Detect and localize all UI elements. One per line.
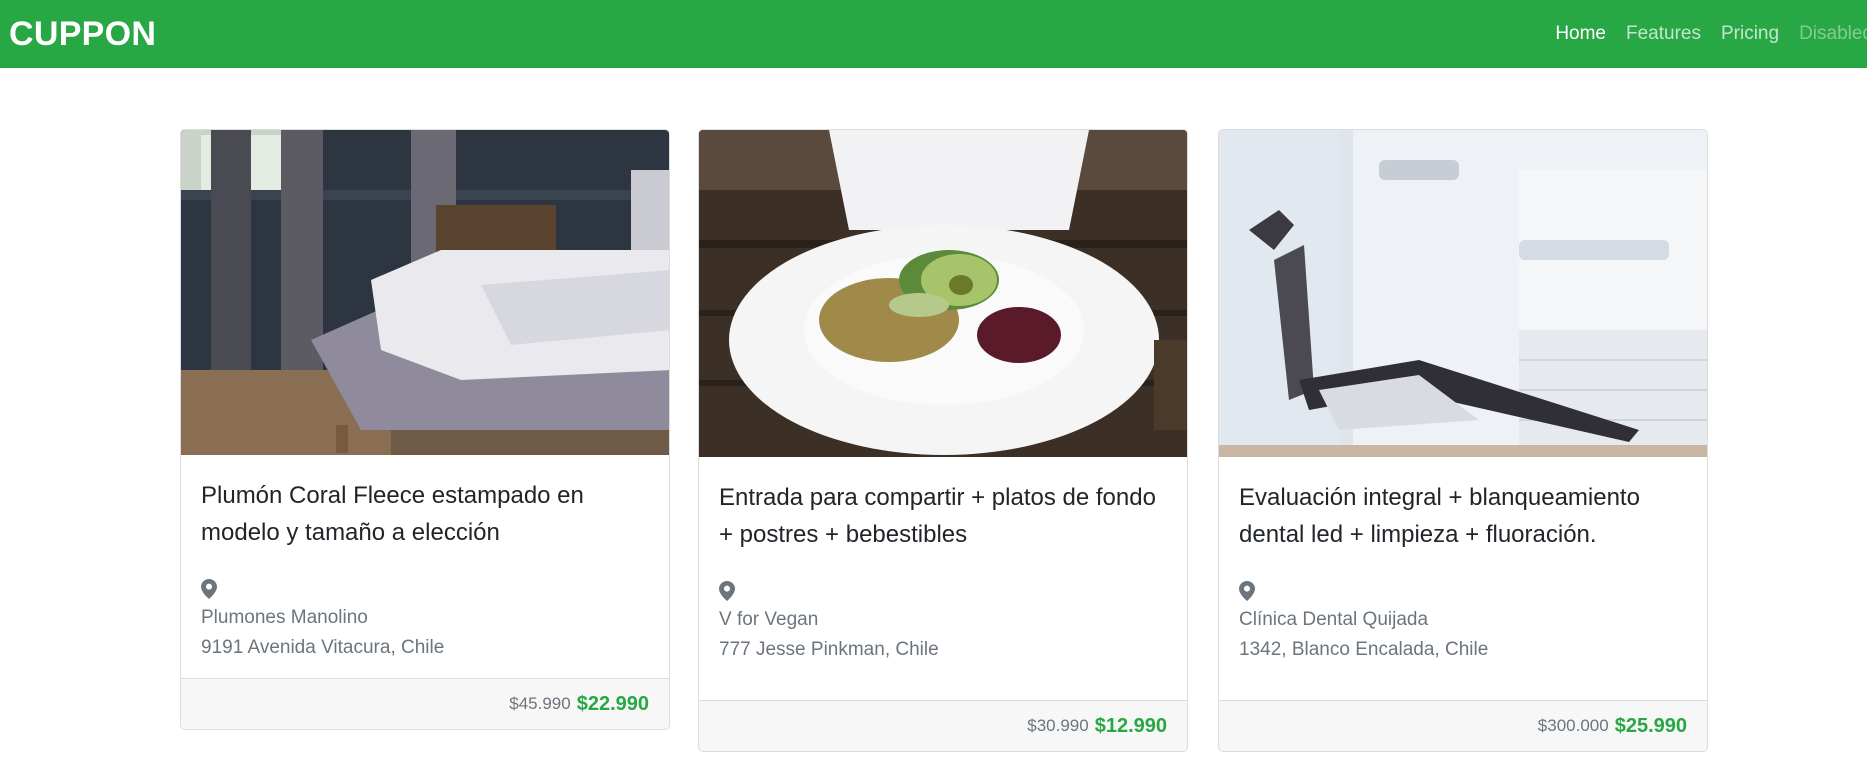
deal-image-dental[interactable] [1219,130,1707,457]
old-price: $45.990 [509,694,571,713]
brand-logo[interactable]: CUPPON [9,15,156,54]
deal-card[interactable]: Entrada para compartir + platos de fondo… [698,129,1188,752]
deal-address: 1342, Blanco Encalada, Chile [1239,639,1489,660]
bedroom-bed-photo [181,130,669,455]
map-pin-icon [1239,581,1255,601]
nav-link-features[interactable]: Features [1626,23,1701,45]
card-footer: $300.000 $25.990 [1219,700,1707,751]
deal-card[interactable]: Evaluación integral + blanqueamiento den… [1218,129,1708,752]
old-price: $300.000 [1537,716,1609,735]
nav-link-home[interactable]: Home [1555,23,1606,45]
deal-address: 9191 Avenida Vitacura, Chile [201,637,445,658]
deal-vendor: Clínica Dental Quijada [1239,609,1429,630]
deal-title[interactable]: Plumón Coral Fleece estampado en modelo … [201,477,649,551]
deal-title[interactable]: Evaluación integral + blanqueamiento den… [1239,479,1687,553]
new-price: $22.990 [576,692,649,715]
map-pin-icon [719,581,735,601]
nav-link-disabled: Disabled [1799,23,1867,44]
deal-card[interactable]: Plumón Coral Fleece estampado en modelo … [180,129,670,730]
deal-image-salad[interactable] [699,130,1187,457]
card-body: Evaluación integral + blanqueamiento den… [1219,457,1707,685]
card-footer: $30.990 $12.990 [699,700,1187,751]
new-price: $25.990 [1614,714,1687,737]
deal-title[interactable]: Entrada para compartir + platos de fondo… [719,479,1167,553]
salad-plate-photo [699,130,1187,457]
card-body: Entrada para compartir + platos de fondo… [699,457,1187,685]
card-footer: $45.990 $22.990 [181,678,669,729]
old-price: $30.990 [1027,716,1089,735]
deal-address: 777 Jesse Pinkman, Chile [719,639,939,660]
card-body: Plumón Coral Fleece estampado en modelo … [181,455,669,683]
deal-image-bedroom[interactable] [181,130,669,455]
deal-vendor: V for Vegan [719,609,819,630]
dental-chair-photo [1219,130,1707,457]
deal-vendor: Plumones Manolino [201,607,368,628]
nav-links: Home Features Pricing Disabled [1535,0,1867,68]
nav-link-pricing[interactable]: Pricing [1721,23,1779,45]
top-navbar: CUPPON Home Features Pricing Disabled [0,0,1867,68]
new-price: $12.990 [1094,714,1167,737]
map-pin-icon [201,579,217,599]
